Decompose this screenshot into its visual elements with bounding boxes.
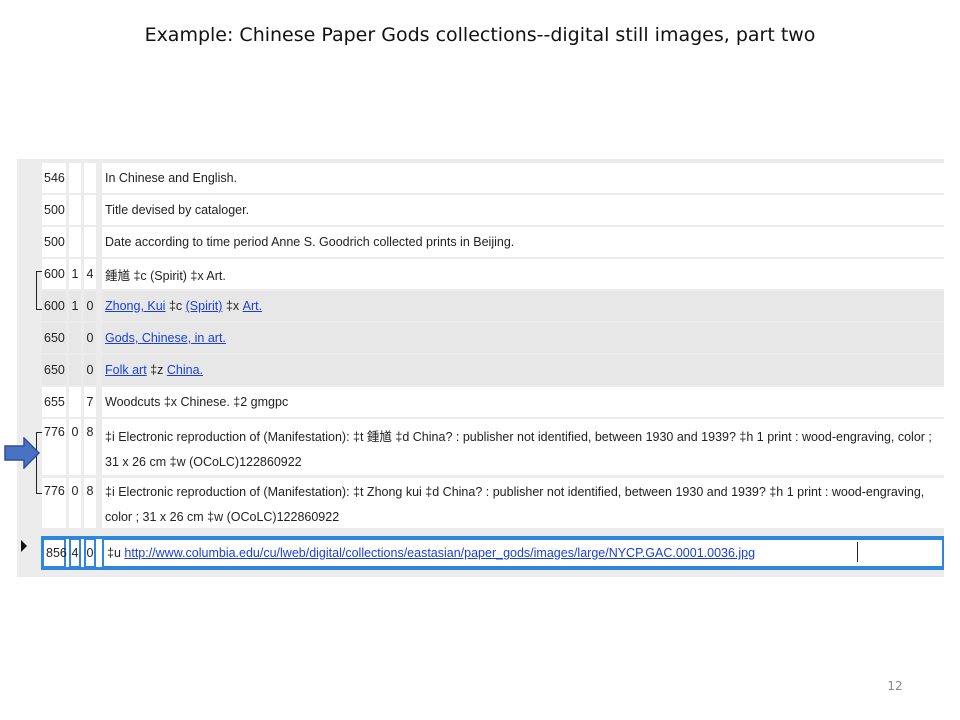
tag-cell[interactable]: 650 [42,355,66,385]
marc-row-500[interactable]: 500 Title devised by cataloger. [40,195,944,225]
heading-link[interactable]: Gods, Chinese, in art. [105,331,226,345]
field-cell[interactable]: Title devised by cataloger. [102,195,944,225]
field-cell[interactable]: ‡i Electronic reproduction of (Manifesta… [102,419,944,475]
field-cell[interactable]: Woodcuts ‡x Chinese. ‡2 gmgpc [102,387,944,417]
marc-row-500[interactable]: 500 Date according to time period Anne S… [40,227,944,257]
subfield-code: ‡u [107,546,121,560]
field-cell[interactable]: Gods, Chinese, in art. [102,323,944,353]
tag-cell[interactable]: 600 [42,291,66,321]
indicator1-cell[interactable] [69,195,81,225]
subfield-code: ‡c [168,299,183,313]
field-cell[interactable]: Folk art ‡z China. [102,355,944,385]
indicator2-cell[interactable]: 0 [84,291,96,321]
page-number: 12 [887,679,903,693]
field-cell[interactable]: Date according to time period Anne S. Go… [102,227,944,257]
marc-row-600-vernacular[interactable]: 600 1 4 鍾馗 ‡c (Spirit) ‡x Art. [40,259,944,289]
subfield-code: ‡z [150,363,164,377]
field-cell[interactable]: Zhong, Kui ‡c (Spirit) ‡x Art. [102,291,944,321]
indicator1-cell[interactable]: 0 [69,478,81,528]
heading-link[interactable]: (Spirit) [186,299,223,313]
heading-link[interactable]: Zhong, Kui [105,299,165,313]
right-arrow-icon [4,437,40,469]
indicator1-cell[interactable] [69,323,81,353]
marc-row-650[interactable]: 650 0 Gods, Chinese, in art. [40,323,944,353]
marc-row-776[interactable]: 776 0 8 ‡i Electronic reproduction of (M… [40,478,944,528]
tag-cell[interactable]: 776 [42,419,66,475]
indicator2-cell[interactable]: 7 [84,387,96,417]
marc-row-856-selected[interactable]: 856 4 0 ‡u http://www.columbia.edu/cu/lw… [40,538,944,568]
tag-cell[interactable]: 650 [42,323,66,353]
indicator1-cell[interactable] [69,355,81,385]
marc-row-655[interactable]: 655 7 Woodcuts ‡x Chinese. ‡2 gmgpc [40,387,944,417]
marc-row-650[interactable]: 650 0 Folk art ‡z China. [40,355,944,385]
indicator1-cell[interactable]: 1 [69,259,81,289]
indicator2-cell[interactable]: 8 [84,478,96,528]
field-link-bracket [36,271,42,310]
tag-cell[interactable]: 776 [42,478,66,528]
heading-link[interactable]: Art. [243,299,262,313]
indicator2-cell[interactable] [84,227,96,257]
url-link[interactable]: http://www.columbia.edu/cu/lweb/digital/… [124,546,755,560]
indicator1-cell[interactable]: 0 [69,419,81,475]
row-pointer-icon [21,540,27,552]
field-cell[interactable]: ‡u http://www.columbia.edu/cu/lweb/digit… [102,538,944,568]
tag-cell[interactable]: 500 [42,227,66,257]
tag-cell[interactable]: 500 [42,195,66,225]
marc-row-776-vernacular[interactable]: 776 0 8 ‡i Electronic reproduction of (M… [40,419,944,475]
tag-cell[interactable]: 655 [42,387,66,417]
indicator1-cell[interactable]: 1 [69,291,81,321]
tag-cell[interactable]: 600 [42,259,66,289]
indicator2-cell[interactable]: 0 [84,538,96,568]
slide-title: Example: Chinese Paper Gods collections-… [144,24,816,46]
indicator2-cell[interactable] [84,163,96,193]
field-cell[interactable]: ‡i Electronic reproduction of (Manifesta… [102,478,944,528]
marc-row-546[interactable]: 546 In Chinese and English. [40,163,944,193]
indicator1-cell[interactable] [69,163,81,193]
indicator2-cell[interactable] [84,195,96,225]
heading-link[interactable]: China. [167,363,203,377]
indicator2-cell[interactable]: 0 [84,355,96,385]
text-cursor [857,542,858,562]
heading-link[interactable]: Folk art [105,363,147,377]
marc-row-600[interactable]: 600 1 0 Zhong, Kui ‡c (Spirit) ‡x Art. [40,291,944,321]
indicator1-cell[interactable]: 4 [69,538,81,568]
field-cell[interactable]: 鍾馗 ‡c (Spirit) ‡x Art. [102,259,944,289]
indicator1-cell[interactable] [69,227,81,257]
indicator2-cell[interactable]: 0 [84,323,96,353]
indicator2-cell[interactable]: 8 [84,419,96,475]
indicator2-cell[interactable]: 4 [84,259,96,289]
tag-cell[interactable]: 546 [42,163,66,193]
subfield-code: ‡x [225,299,240,313]
field-cell[interactable]: In Chinese and English. [102,163,944,193]
tag-cell[interactable]: 856 [42,538,67,568]
indicator1-cell[interactable] [69,387,81,417]
